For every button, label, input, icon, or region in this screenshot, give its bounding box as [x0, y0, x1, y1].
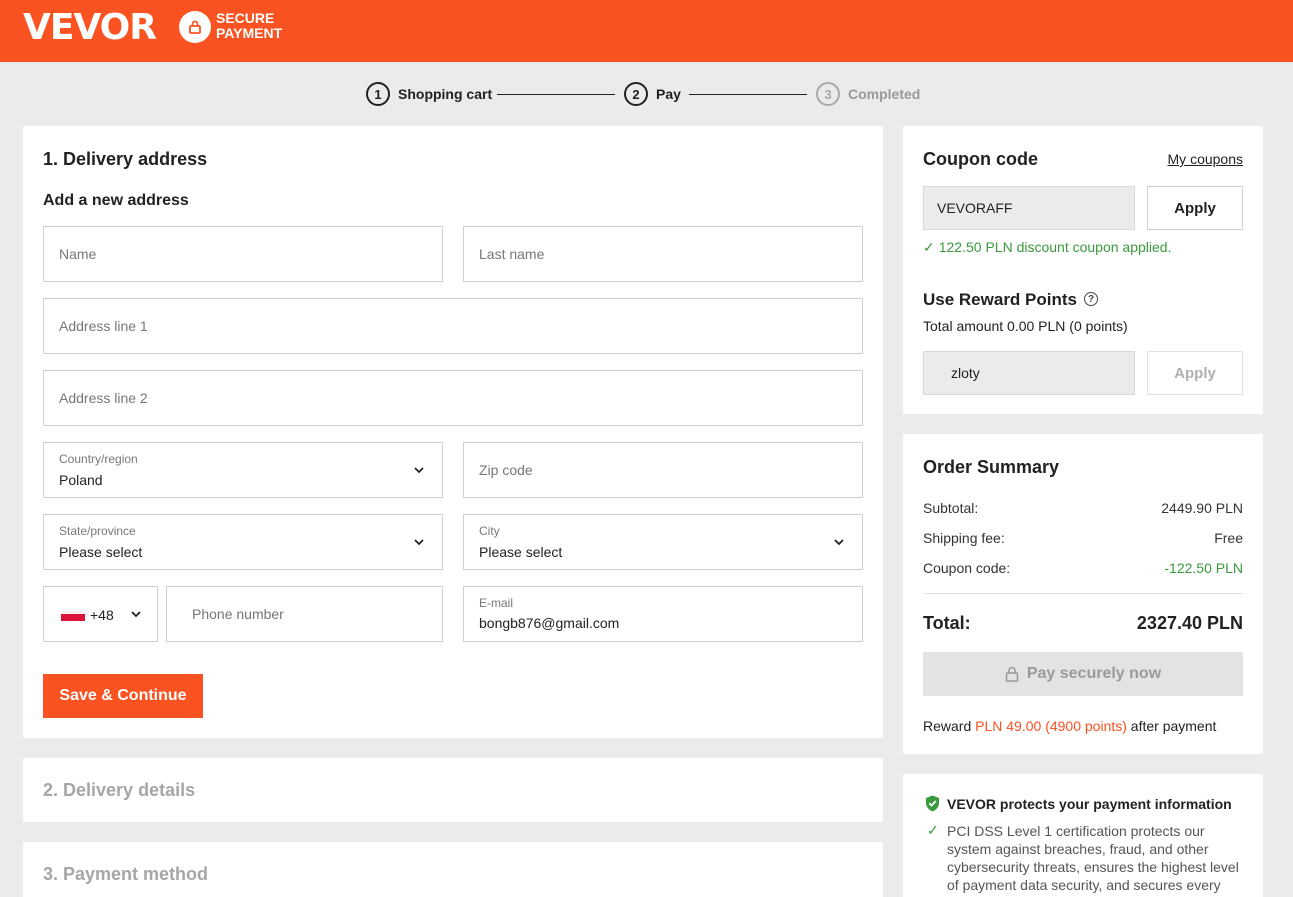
coupon-applied-text: 122.50 PLN discount coupon applied. [938, 239, 1172, 255]
delivery-details-section[interactable]: 2. Delivery details [23, 758, 883, 822]
add-address-subtitle: Add a new address [43, 192, 189, 209]
pay-securely-button[interactable]: Pay securely now [923, 652, 1243, 696]
last-name-input[interactable]: Last name [463, 226, 863, 282]
zip-code-input[interactable]: Zip code [463, 442, 863, 498]
secure-line-2: PAYMENT [216, 25, 283, 41]
chevron-down-icon [834, 539, 844, 546]
state-label: State/province [59, 524, 136, 538]
step-3-label: Completed [848, 86, 921, 102]
phone-code-value: +48 [90, 607, 114, 623]
shipping-row: Shipping fee: Free [923, 530, 1243, 546]
delivery-details-title: 2. Delivery details [43, 780, 196, 800]
secure-line-1: SECURE [216, 10, 275, 26]
city-select[interactable]: City Please select [463, 514, 863, 570]
total-label: Total: [923, 613, 971, 633]
reward-points-input[interactable]: zloty [923, 351, 1135, 395]
summary-divider [923, 593, 1243, 594]
coupon-discount-label: Coupon code: [923, 560, 1011, 576]
total-row: Total: 2327.40 PLN [923, 613, 1243, 634]
poland-flag-icon [61, 611, 85, 621]
email-input[interactable]: E-mail bongb876@gmail.com [463, 586, 863, 642]
vevor-logo[interactable]: VEVOR [23, 8, 157, 48]
coupon-panel: Coupon code My coupons VEVORAFF Apply ✓ … [903, 126, 1263, 414]
reward-prefix: Reward [923, 718, 976, 734]
coupon-applied-message: ✓ 122.50 PLN discount coupon applied. [923, 239, 1171, 256]
step-2-number: 2 [624, 82, 648, 106]
email-label: E-mail [479, 596, 514, 610]
reward-amount: PLN 49.00 (4900 points) [975, 718, 1127, 734]
lock-icon [179, 11, 211, 43]
state-select[interactable]: State/province Please select [43, 514, 443, 570]
reward-after-payment: Reward PLN 49.00 (4900 points) after pay… [923, 718, 1216, 734]
coupon-title: Coupon code [923, 149, 1038, 169]
address-line-1-placeholder: Address line 1 [59, 318, 148, 334]
email-value: bongb876@gmail.com [479, 615, 620, 631]
state-value: Please select [59, 544, 143, 560]
chevron-down-icon [414, 539, 424, 546]
payment-method-title: 3. Payment method [43, 864, 209, 884]
checkmark-icon: ✓ [923, 239, 935, 255]
payment-method-section[interactable]: 3. Payment method [23, 842, 883, 897]
order-summary-title: Order Summary [923, 457, 1060, 477]
phone-number-placeholder: Phone number [192, 606, 284, 622]
country-select[interactable]: Country/region Poland [43, 442, 443, 498]
security-title: VEVOR protects your payment information [947, 796, 1232, 812]
coupon-code-value: VEVORAFF [937, 200, 1013, 216]
name-placeholder: Name [59, 246, 97, 262]
reward-total-text: Total amount 0.00 PLN (0 points) [923, 318, 1128, 334]
save-continue-button[interactable]: Save & Continue [43, 674, 203, 718]
shield-check-icon [926, 795, 939, 812]
address-line-2-placeholder: Address line 2 [59, 390, 148, 406]
reward-points-value: zloty [951, 365, 980, 381]
address-line-2-input[interactable]: Address line 2 [43, 370, 863, 426]
checkmark-icon: ✓ [927, 822, 939, 838]
header-bar: VEVOR SECURE PAYMENT [0, 0, 1293, 62]
zip-code-placeholder: Zip code [479, 462, 533, 478]
step-1-label[interactable]: Shopping cart [398, 86, 492, 102]
chevron-down-icon [414, 467, 424, 474]
coupon-discount-value: -122.50 PLN [1164, 560, 1243, 576]
reward-points-title: Use Reward Points [923, 290, 1077, 309]
delivery-address-panel: 1. Delivery address Add a new address Na… [23, 126, 883, 738]
step-2-label: Pay [656, 86, 681, 102]
step-connector [689, 94, 807, 95]
step-1-number: 1 [366, 82, 390, 106]
last-name-placeholder: Last name [479, 246, 545, 262]
pay-securely-label: Pay securely now [1026, 665, 1162, 682]
total-value: 2327.40 PLN [1136, 613, 1243, 633]
order-summary-panel: Order Summary Subtotal: 2449.90 PLN Ship… [903, 434, 1263, 754]
help-icon[interactable]: ? [1084, 292, 1098, 306]
name-input[interactable]: Name [43, 226, 443, 282]
shipping-label: Shipping fee: [923, 530, 1005, 546]
my-coupons-link[interactable]: My coupons [1168, 151, 1243, 167]
city-label: City [479, 524, 500, 538]
checkout-stepper: 1 Shopping cart 2 Pay 3 Completed [0, 82, 1293, 108]
lock-icon [1005, 666, 1019, 682]
country-label: Country/region [59, 452, 138, 466]
coupon-discount-row: Coupon code: -122.50 PLN [923, 560, 1243, 576]
reward-apply-button[interactable]: Apply [1147, 351, 1243, 395]
secure-payment-label: SECURE PAYMENT [216, 11, 282, 41]
step-3-number: 3 [816, 82, 840, 106]
subtotal-row: Subtotal: 2449.90 PLN [923, 500, 1243, 516]
step-connector [497, 94, 615, 95]
subtotal-value: 2449.90 PLN [1161, 500, 1243, 516]
coupon-apply-button[interactable]: Apply [1147, 186, 1243, 230]
chevron-down-icon [131, 611, 141, 618]
coupon-code-input[interactable]: VEVORAFF [923, 186, 1135, 230]
phone-number-input[interactable]: Phone number [166, 586, 443, 642]
subtotal-label: Subtotal: [923, 500, 979, 516]
city-value: Please select [479, 544, 563, 560]
delivery-address-title: 1. Delivery address [43, 149, 208, 169]
reward-suffix: after payment [1126, 718, 1217, 734]
shipping-value: Free [1214, 530, 1243, 546]
country-value: Poland [59, 472, 103, 488]
address-line-1-input[interactable]: Address line 1 [43, 298, 863, 354]
security-description: PCI DSS Level 1 certification protects o… [947, 823, 1239, 897]
security-info-panel: VEVOR protects your payment information … [903, 774, 1263, 897]
phone-code-select[interactable]: +48 [43, 586, 158, 642]
